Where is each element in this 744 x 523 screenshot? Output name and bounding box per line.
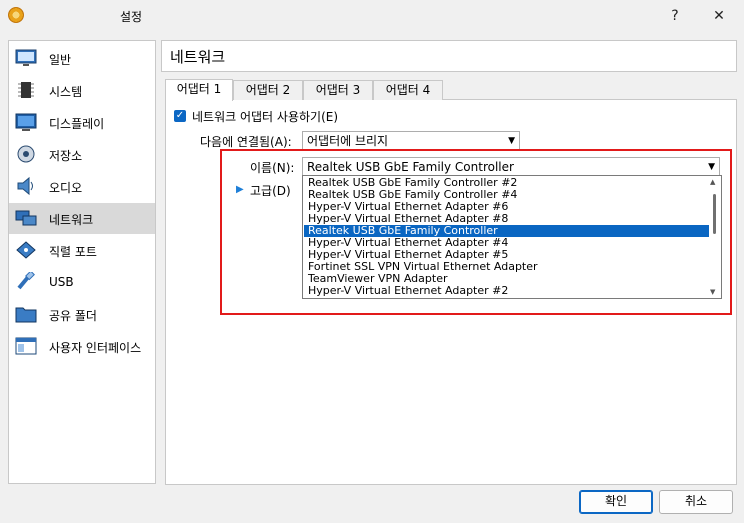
sidebar-item-network[interactable]: 네트워크 (9, 203, 155, 234)
speaker-icon (17, 176, 33, 196)
dropdown-option[interactable]: Hyper-V Virtual Ethernet Adapter #5 (304, 249, 709, 261)
close-button[interactable]: ✕ (704, 4, 734, 28)
expand-arrow-icon[interactable]: ▶ (236, 184, 244, 195)
dropdown-option-selected[interactable]: Realtek USB GbE Family Controller (304, 225, 709, 237)
attached-to-value: 어댑터에 브리지 (307, 134, 389, 148)
name-label: 이름(N): (250, 161, 295, 175)
sidebar-item-label: 사용자 인터페이스 (49, 341, 142, 355)
sidebar-item-label: 직렬 포트 (49, 245, 97, 259)
sidebar-item-user-interface[interactable]: 사용자 인터페이스 (9, 331, 155, 362)
sidebar-item-serial-port[interactable]: 직렬 포트 (9, 235, 155, 266)
disk-icon (17, 145, 35, 163)
sidebar-item-general[interactable]: 일반 (9, 43, 155, 74)
name-dropdown-list[interactable]: Realtek USB GbE Family Controller #2 Rea… (302, 175, 722, 299)
sidebar-item-label: 디스플레이 (49, 117, 105, 131)
scroll-down-icon[interactable]: ▼ (710, 288, 715, 296)
sidebar-item-label: 오디오 (49, 181, 83, 195)
scroll-up-icon[interactable]: ▲ (710, 178, 715, 186)
dropdown-option[interactable]: Realtek USB GbE Family Controller #4 (304, 189, 709, 201)
dropdown-option[interactable]: Hyper-V Virtual Ethernet Adapter #2 (304, 285, 709, 297)
page-title-box: 네트워크 (161, 40, 737, 72)
cancel-button[interactable]: 취소 (659, 490, 733, 514)
dropdown-scrollbar[interactable]: ▲ ▼ (709, 178, 719, 296)
chevron-down-icon: ▼ (508, 136, 515, 146)
scrollbar-thumb[interactable] (713, 194, 716, 234)
attached-to-label: 다음에 연결됨(A): (200, 135, 292, 149)
attached-to-select[interactable]: 어댑터에 브리지 ▼ (302, 131, 520, 151)
ok-button[interactable]: 확인 (579, 490, 653, 514)
sidebar-item-audio[interactable]: 오디오 (9, 171, 155, 202)
sidebar-item-usb[interactable]: USB (9, 267, 155, 298)
sidebar-item-label: USB (49, 275, 74, 289)
usb-icon (17, 272, 35, 290)
sidebar-item-label: 공유 폴더 (49, 309, 97, 323)
monitor-general-icon (15, 49, 37, 66)
sidebar-item-shared-folders[interactable]: 공유 폴더 (9, 299, 155, 330)
dropdown-option[interactable]: Realtek USB GbE Family Controller #2 (304, 177, 709, 189)
sidebar-item-label: 네트워크 (49, 213, 94, 227)
name-value: Realtek USB GbE Family Controller (307, 160, 514, 174)
page-title: 네트워크 (170, 48, 226, 66)
sidebar-item-label: 시스템 (49, 85, 83, 99)
dropdown-option[interactable]: Hyper-V Virtual Ethernet Adapter #8 (304, 213, 709, 225)
serial-port-icon (16, 241, 36, 259)
dropdown-option[interactable]: Fortinet SSL VPN Virtual Ethernet Adapte… (304, 261, 709, 273)
dropdown-option[interactable]: Hyper-V Virtual Ethernet Adapter #4 (304, 237, 709, 249)
dropdown-option[interactable]: Hyper-V Virtual Ethernet Adapter #6 (304, 201, 709, 213)
chevron-down-icon: ▼ (708, 162, 715, 172)
dropdown-option[interactable]: TeamViewer VPN Adapter (304, 273, 709, 285)
display-icon (15, 113, 37, 131)
folder-icon (15, 307, 37, 323)
advanced-label[interactable]: 고급(D) (250, 182, 291, 199)
network-icon (15, 210, 37, 226)
tab-adapter-3[interactable]: 어댑터 3 (303, 80, 373, 100)
enable-adapter-label: 네트워크 어댑터 사용하기(E) (192, 110, 339, 124)
sidebar-item-label: 일반 (49, 53, 72, 67)
sidebar-item-storage[interactable]: 저장소 (9, 139, 155, 170)
sidebar-item-system[interactable]: 시스템 (9, 75, 155, 106)
enable-adapter-checkbox[interactable]: ✓ (174, 110, 186, 122)
settings-sidebar: 일반 시스템 디스플레이 저장소 오디오 네트워크 직렬 포트 USB 공유 폴… (8, 40, 156, 484)
tab-adapter-4[interactable]: 어댑터 4 (373, 80, 443, 100)
title-bar: 설정 ? ✕ (0, 0, 744, 32)
sidebar-item-label: 저장소 (49, 149, 83, 163)
ui-icon (15, 337, 37, 355)
chip-icon (18, 82, 34, 98)
window-title: 설정 (120, 10, 143, 24)
sidebar-item-display[interactable]: 디스플레이 (9, 107, 155, 138)
virtualbox-app-icon (8, 7, 24, 23)
help-button[interactable]: ? (660, 4, 690, 28)
name-select[interactable]: Realtek USB GbE Family Controller ▼ (302, 157, 720, 177)
tab-adapter-1[interactable]: 어댑터 1 (165, 79, 233, 101)
tab-adapter-2[interactable]: 어댑터 2 (233, 80, 303, 100)
